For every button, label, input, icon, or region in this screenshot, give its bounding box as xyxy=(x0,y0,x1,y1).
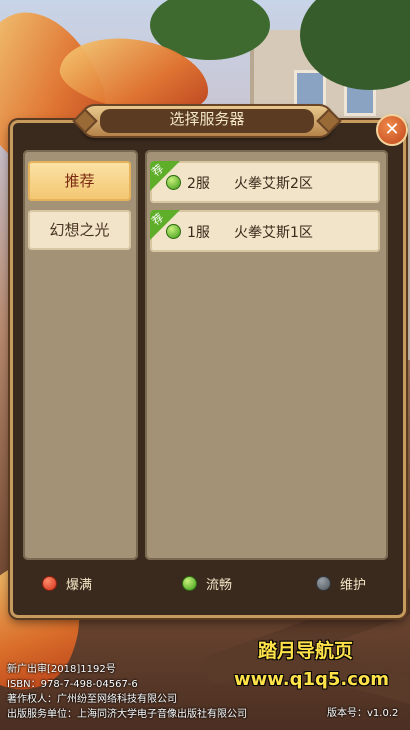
status-smooth-icon xyxy=(166,224,181,239)
server-name: 火拳艾斯1区 xyxy=(234,225,313,241)
footer-approval-number: 新广出审[2018]1192号 xyxy=(7,664,116,675)
dialog-title-plate: 选择服务器 xyxy=(80,104,334,138)
footer-publisher: 出版服务单位：上海同济大学电子音像出版社有限公司 xyxy=(7,709,247,720)
watermark-url: www.q1q5.com xyxy=(234,669,390,690)
server-name: 火拳艾斯2区 xyxy=(234,176,313,192)
legend-label: 维护 xyxy=(340,578,367,593)
server-item[interactable]: 荐 1服 火拳艾斯1区 xyxy=(150,210,380,252)
version-label: 版本号：v1.0.2 xyxy=(327,708,399,719)
server-group-panel: 推荐 幻想之光 xyxy=(23,150,138,560)
status-smooth-icon xyxy=(182,576,197,591)
close-icon: ✕ xyxy=(384,119,400,140)
tab-fantasy-light[interactable]: 幻想之光 xyxy=(28,210,131,250)
status-full-icon xyxy=(42,576,57,591)
legend-label: 流畅 xyxy=(206,578,233,593)
dialog-title: 选择服务器 xyxy=(100,109,314,133)
server-number: 2服 xyxy=(187,176,210,192)
server-list-panel: 荐 2服 火拳艾斯2区 荐 1服 火拳艾斯1区 xyxy=(145,150,388,560)
server-number: 1服 xyxy=(187,225,210,241)
legend-label: 爆满 xyxy=(66,578,93,593)
footer-copyright: 著作权人：广州纷至网络科技有限公司 xyxy=(7,694,177,705)
server-item[interactable]: 荐 2服 火拳艾斯2区 xyxy=(150,161,380,203)
status-smooth-icon xyxy=(166,175,181,190)
watermark-title: 踏月导航页 xyxy=(258,640,354,662)
footer-isbn: ISBN：978-7-498-04567-6 xyxy=(7,679,138,690)
tab-recommended[interactable]: 推荐 xyxy=(28,161,131,201)
status-maintenance-icon xyxy=(316,576,331,591)
close-button[interactable]: ✕ xyxy=(376,114,408,146)
